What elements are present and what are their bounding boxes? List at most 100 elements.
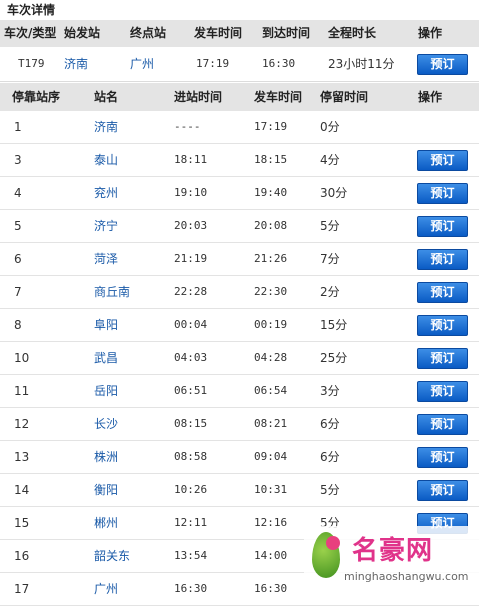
stop-seq: 5 [14,219,22,233]
stop-station-link[interactable]: 长沙 [94,408,118,440]
stop-stay: 25分 [320,351,348,365]
stop-depart: 16:30 [254,582,288,595]
stop-arrive: 22:28 [174,285,208,298]
book-button[interactable]: 预订 [417,414,468,435]
stop-station-link[interactable]: 岳阳 [94,375,118,407]
stop-station-link[interactable]: 济南 [94,111,118,143]
stop-depart: 20:08 [254,219,288,232]
duration: 23小时11分 [328,57,395,71]
book-button[interactable]: 预订 [417,282,468,303]
stop-depart: 08:21 [254,417,288,430]
stop-station-link[interactable]: 武昌 [94,342,118,374]
stop-seq: 3 [14,153,22,167]
stop-arrive: 21:19 [174,252,208,265]
stop-depart: 21:26 [254,252,288,265]
origin-station-link[interactable]: 济南 [64,47,88,81]
stop-seq: 8 [14,318,22,332]
stop-depart: 04:28 [254,351,288,364]
stop-arrive: 00:04 [174,318,208,331]
stop-stay: 7分 [320,252,340,266]
book-button[interactable]: 预订 [417,348,468,369]
table-row: 4 兖州 19:10 19:40 30分 预订 [0,177,479,210]
stop-station-link[interactable]: 阜阳 [94,309,118,341]
stop-seq: 15 [14,516,30,530]
table-row: 6 菏泽 21:19 21:26 7分 预订 [0,243,479,276]
stop-station-link[interactable]: 韶关东 [94,540,130,572]
stop-arrive: 06:51 [174,384,208,397]
stop-arrive: 10:26 [174,483,208,496]
stop-seq: 13 [14,450,30,464]
stop-depart: 18:15 [254,153,288,166]
stop-seq: 14 [14,483,30,497]
stop-depart: 12:16 [254,516,288,529]
stop-stay: 15分 [320,318,348,332]
stop-depart: 14:00 [254,549,288,562]
col-operation: 操作 [418,26,443,40]
col-arrive: 进站时间 [174,90,223,104]
stop-seq: 7 [14,285,22,299]
book-button[interactable]: 预订 [417,315,468,336]
table-row: 3 泰山 18:11 18:15 4分 预订 [0,144,479,177]
arrive-time: 16:30 [262,57,296,70]
stop-seq: 12 [14,417,30,431]
stop-stay: 0分 [320,120,340,134]
col-stay: 停留时间 [320,90,369,104]
book-button[interactable]: 预订 [417,183,468,204]
stop-station-link[interactable]: 兖州 [94,177,118,209]
stop-station-link[interactable]: 济宁 [94,210,118,242]
col-station: 站名 [94,90,119,104]
stop-station-link[interactable]: 商丘南 [94,276,130,308]
stop-stay: 4分 [320,153,340,167]
stop-arrive: 08:58 [174,450,208,463]
stop-seq: 1 [14,120,22,134]
table-row: 7 商丘南 22:28 22:30 2分 预订 [0,276,479,309]
stop-arrive: 20:03 [174,219,208,232]
stop-arrive: 12:11 [174,516,208,529]
book-button[interactable]: 预订 [417,54,468,75]
stop-arrive: ---- [174,120,201,133]
table-row: 8 阜阳 00:04 00:19 15分 预订 [0,309,479,342]
stop-stay: 2分 [320,285,340,299]
table-row: 1 济南 ---- 17:19 0分 [0,111,479,144]
stop-depart: 06:54 [254,384,288,397]
stop-arrive: 13:54 [174,549,208,562]
watermark-logo: 名豪网 minghaoshangwu.com [304,526,479,590]
col-depart-time: 发车时间 [194,26,243,40]
stop-stay: 6分 [320,450,340,464]
col-arrive-time: 到达时间 [262,26,311,40]
book-button[interactable]: 预订 [417,150,468,171]
train-number: T179 [18,57,45,70]
stop-station-link[interactable]: 衡阳 [94,474,118,506]
stop-arrive: 16:30 [174,582,208,595]
stop-stay: 6分 [320,417,340,431]
depart-time: 17:19 [196,57,230,70]
stop-station-link[interactable]: 广州 [94,573,118,605]
stop-seq: 10 [14,351,30,365]
book-button[interactable]: 预订 [417,447,468,468]
stop-depart: 09:04 [254,450,288,463]
stop-depart: 22:30 [254,285,288,298]
book-button[interactable]: 预订 [417,216,468,237]
stop-station-link[interactable]: 泰山 [94,144,118,176]
stop-arrive: 18:11 [174,153,208,166]
col-train-type: 车次/类型 [4,26,57,40]
stop-station-link[interactable]: 株洲 [94,441,118,473]
stop-depart: 00:19 [254,318,288,331]
book-button[interactable]: 预订 [417,480,468,501]
col-duration: 全程时长 [328,26,377,40]
stop-arrive: 04:03 [174,351,208,364]
stop-depart: 19:40 [254,186,288,199]
stop-arrive: 08:15 [174,417,208,430]
table-row: 5 济宁 20:03 20:08 5分 预订 [0,210,479,243]
stop-station-link[interactable]: 郴州 [94,507,118,539]
terminal-station-link[interactable]: 广州 [130,47,154,81]
table-row: 14 衡阳 10:26 10:31 5分 预订 [0,474,479,507]
table-row: 12 长沙 08:15 08:21 6分 预订 [0,408,479,441]
col-origin: 始发站 [64,26,101,40]
col-seq: 停靠站序 [12,90,61,104]
stop-station-link[interactable]: 菏泽 [94,243,118,275]
table-row: 13 株洲 08:58 09:04 6分 预订 [0,441,479,474]
stop-depart: 10:31 [254,483,288,496]
book-button[interactable]: 预订 [417,381,468,402]
book-button[interactable]: 预订 [417,249,468,270]
